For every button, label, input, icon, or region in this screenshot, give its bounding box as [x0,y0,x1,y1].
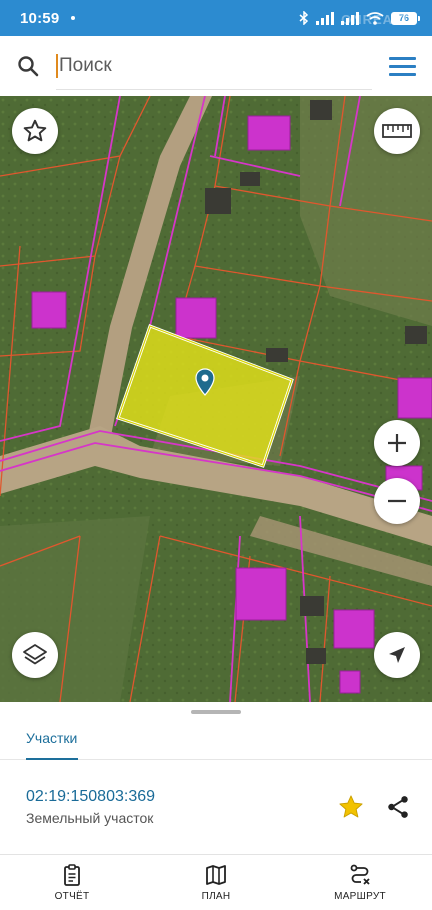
ruler-icon [382,124,412,138]
battery-tip [418,15,420,21]
search-field[interactable] [56,42,372,90]
my-location-button[interactable] [374,632,420,678]
sheet-drag-handle[interactable] [191,710,241,714]
tab-indicator [26,758,78,760]
tab-bar: Участки [0,716,432,760]
map-view[interactable] [0,96,432,702]
minus-icon [388,499,406,503]
map-icon [206,865,226,885]
ruler-button[interactable] [374,108,420,154]
parcel-list-item[interactable]: 02:19:150803:369 Земельный участок [0,772,432,842]
bluetooth-icon [299,11,309,25]
star-outline-icon [23,119,47,142]
parcel-type: Земельный участок [26,810,154,826]
location-pin-icon[interactable] [195,368,215,396]
star-icon [339,795,363,818]
share-icon [388,796,408,818]
layers-icon [23,644,47,665]
clipboard-icon [64,864,80,886]
nav-route-label: МАРШРУТ [334,891,386,902]
watermark: ONREALT [341,12,410,27]
add-favorite-button[interactable] [334,790,368,824]
favorites-button[interactable] [12,108,58,154]
nav-report-label: ОТЧЁТ [54,891,90,902]
zoom-out-button[interactable] [374,478,420,524]
bottom-navigation: ОТЧЁТ ПЛАН МАРШРУТ [0,854,432,910]
search-icon[interactable] [0,36,56,96]
plus-icon [388,434,406,452]
nav-route[interactable]: МАРШРУТ [288,855,432,910]
nav-report[interactable]: ОТЧЁТ [0,855,144,910]
status-bar: 10:59 ONREALT 76 [0,0,432,36]
notification-dot-icon [71,16,76,20]
search-input[interactable] [58,54,372,77]
nav-plan[interactable]: ПЛАН [144,855,288,910]
share-button[interactable] [381,790,415,824]
status-time: 10:59 [20,9,60,27]
search-bar [0,36,432,96]
bottom-sheet: Участки 02:19:150803:369 Земельный участ… [0,702,432,854]
hamburger-icon [388,52,416,81]
nav-plan-label: ПЛАН [201,891,231,902]
text-caret [56,53,58,78]
signal-icon [316,11,334,25]
route-icon [350,864,370,885]
cadastral-number[interactable]: 02:19:150803:369 [26,788,155,806]
menu-button[interactable] [372,36,432,96]
zoom-in-button[interactable] [374,420,420,466]
tab-parcels[interactable]: Участки [26,716,77,760]
layers-button[interactable] [12,632,58,678]
satellite-map[interactable] [0,96,432,702]
navigation-arrow-icon [389,647,405,663]
app-screen: 10:59 ONREALT 76 Поиск Участки 02:19:150… [0,0,432,910]
